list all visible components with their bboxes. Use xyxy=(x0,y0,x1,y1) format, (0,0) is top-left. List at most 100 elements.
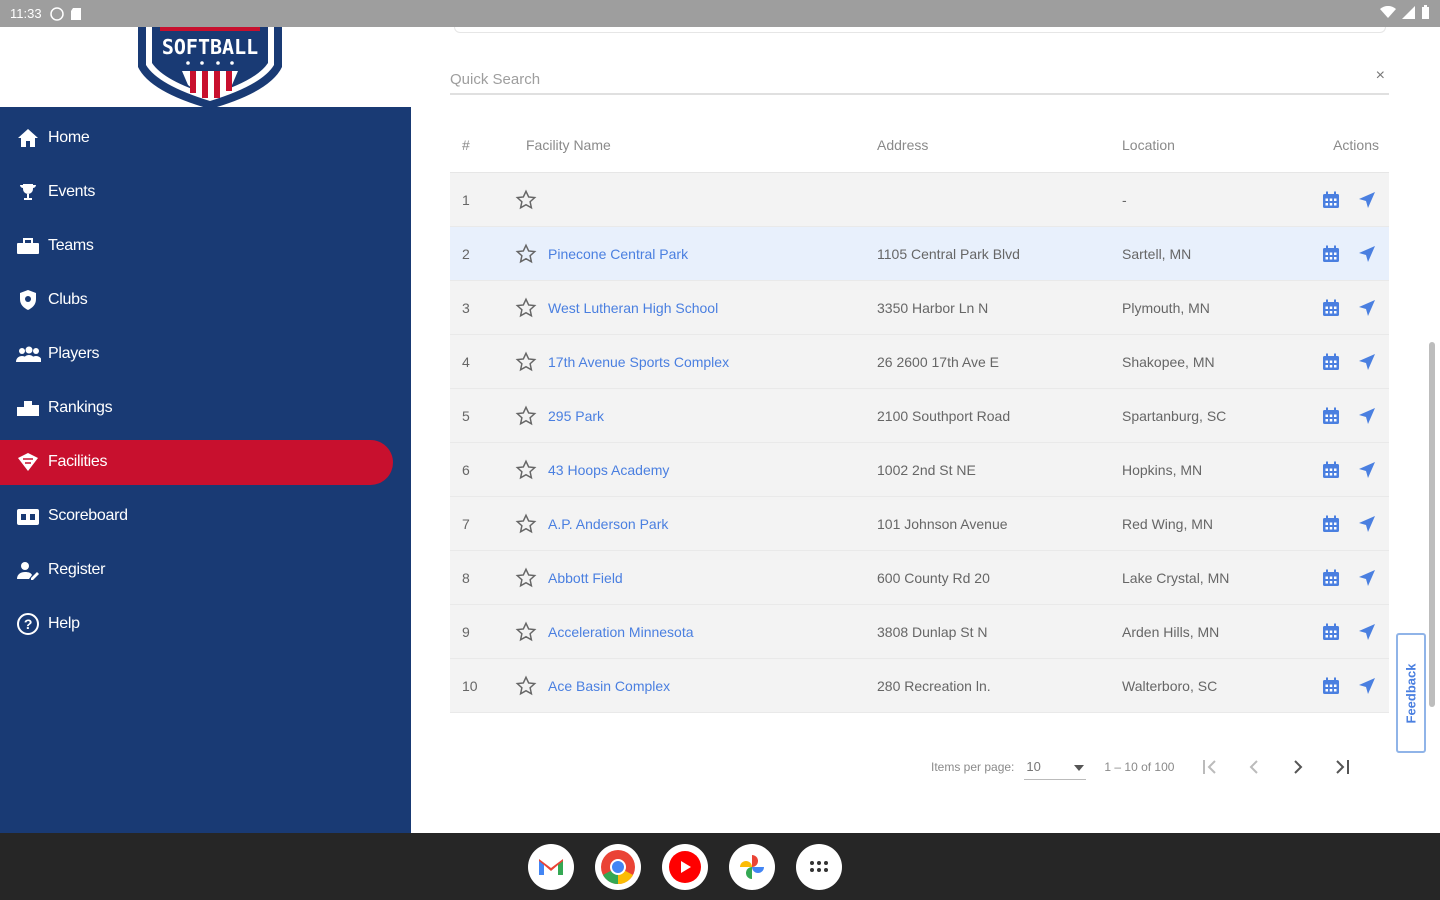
row-facility: Pinecone Central Park xyxy=(510,243,877,265)
scoreboard-icon xyxy=(15,505,41,527)
directions-icon[interactable] xyxy=(1357,406,1377,426)
sidebar: SOFTBALL Home Events Teams Clubs Players… xyxy=(0,27,411,833)
facility-name-link[interactable]: 43 Hoops Academy xyxy=(548,462,669,478)
feedback-button[interactable]: Feedback xyxy=(1396,633,1426,753)
feedback-label: Feedback xyxy=(1403,663,1419,723)
facility-name-link[interactable]: West Lutheran High School xyxy=(548,300,718,316)
gmail-app-icon[interactable] xyxy=(528,844,574,890)
clear-search-icon[interactable]: × xyxy=(1376,67,1385,85)
calendar-icon[interactable] xyxy=(1321,568,1341,588)
table-row[interactable]: 9 Acceleration Minnesota 3808 Dunlap St N A… xyxy=(450,605,1389,659)
header-facility-name[interactable]: Facility Name xyxy=(510,137,877,153)
facility-name-link[interactable]: Acceleration Minnesota xyxy=(548,624,694,640)
table-row[interactable]: 7 A.P. Anderson Park 101 Johnson Avenue Red… xyxy=(450,497,1389,551)
table-row[interactable]: 4 17th Avenue Sports Complex 26 2600 17th … xyxy=(450,335,1389,389)
table-row[interactable]: 1- xyxy=(450,173,1389,227)
items-per-page-value: 10 xyxy=(1026,759,1041,774)
dropdown-arrow-icon xyxy=(1074,759,1085,774)
trophy-icon xyxy=(15,181,41,203)
chrome-app-icon[interactable] xyxy=(595,844,641,890)
facility-name-link[interactable]: 17th Avenue Sports Complex xyxy=(548,354,729,370)
calendar-icon[interactable] xyxy=(1321,244,1341,264)
sidebar-item-events[interactable]: Events xyxy=(0,165,411,219)
sidebar-item-home[interactable]: Home xyxy=(0,111,411,165)
sidebar-item-label: Events xyxy=(48,183,96,200)
calendar-icon[interactable] xyxy=(1321,622,1341,642)
directions-icon[interactable] xyxy=(1357,190,1377,210)
table-row[interactable]: 2 Pinecone Central Park 1105 Central Park … xyxy=(450,227,1389,281)
youtube-app-icon[interactable] xyxy=(662,844,708,890)
directions-icon[interactable] xyxy=(1357,568,1377,588)
header-num[interactable]: # xyxy=(450,137,510,153)
softball-logo[interactable]: SOFTBALL xyxy=(130,27,290,109)
directions-icon[interactable] xyxy=(1357,514,1377,534)
calendar-icon[interactable] xyxy=(1321,676,1341,696)
sidebar-item-label: Teams xyxy=(48,237,94,254)
star-icon[interactable] xyxy=(515,297,537,319)
directions-icon[interactable] xyxy=(1357,676,1377,696)
first-page-button[interactable] xyxy=(1188,749,1232,785)
row-address: 3350 Harbor Ln N xyxy=(877,299,989,316)
row-number: 1 xyxy=(462,191,470,208)
search-input[interactable] xyxy=(450,67,1350,91)
directions-icon[interactable] xyxy=(1357,298,1377,318)
star-icon[interactable] xyxy=(515,675,537,697)
calendar-icon[interactable] xyxy=(1321,406,1341,426)
star-icon[interactable] xyxy=(515,243,537,265)
facility-name-link[interactable]: Pinecone Central Park xyxy=(548,246,688,262)
star-icon[interactable] xyxy=(515,405,537,427)
calendar-icon[interactable] xyxy=(1321,460,1341,480)
row-facility: 295 Park xyxy=(510,405,877,427)
app-launcher-icon[interactable] xyxy=(796,844,842,890)
star-icon[interactable] xyxy=(515,351,537,373)
sidebar-item-register[interactable]: Register xyxy=(0,543,411,597)
sidebar-item-help[interactable]: ? Help xyxy=(0,597,411,651)
calendar-icon[interactable] xyxy=(1321,352,1341,372)
directions-icon[interactable] xyxy=(1357,244,1377,264)
row-actions xyxy=(1312,244,1389,264)
row-facility: Acceleration Minnesota xyxy=(510,621,877,643)
row-number: 5 xyxy=(462,407,470,424)
header-location[interactable]: Location xyxy=(1122,137,1312,153)
items-per-page-select[interactable]: 10 xyxy=(1024,754,1087,780)
sidebar-item-label: Players xyxy=(48,345,100,362)
facility-name-link[interactable]: A.P. Anderson Park xyxy=(548,516,668,532)
header-address[interactable]: Address xyxy=(877,137,1122,153)
row-facility: Ace Basin Complex xyxy=(510,675,877,697)
photos-app-icon[interactable] xyxy=(729,844,775,890)
directions-icon[interactable] xyxy=(1357,622,1377,642)
calendar-icon[interactable] xyxy=(1321,298,1341,318)
calendar-icon[interactable] xyxy=(1321,190,1341,210)
last-page-button[interactable] xyxy=(1320,749,1364,785)
star-icon[interactable] xyxy=(515,513,537,535)
help-icon: ? xyxy=(15,613,41,635)
star-icon[interactable] xyxy=(515,621,537,643)
facility-name-link[interactable]: Ace Basin Complex xyxy=(548,678,670,694)
table-row[interactable]: 6 43 Hoops Academy 1002 2nd St NE Hopkins, … xyxy=(450,443,1389,497)
sidebar-item-teams[interactable]: Teams xyxy=(0,219,411,273)
sidebar-item-rankings[interactable]: Rankings xyxy=(0,381,411,435)
row-number: 3 xyxy=(462,299,470,316)
row-location: Plymouth, MN xyxy=(1122,299,1210,316)
table-row[interactable]: 5 295 Park 2100 Southport Road Spartanburg,… xyxy=(450,389,1389,443)
next-page-button[interactable] xyxy=(1276,749,1320,785)
sidebar-item-facilities[interactable]: Facilities xyxy=(0,435,411,489)
table-row[interactable]: 8 Abbott Field 600 County Rd 20 Lake Crysta… xyxy=(450,551,1389,605)
previous-page-button[interactable] xyxy=(1232,749,1276,785)
star-icon[interactable] xyxy=(515,567,537,589)
calendar-icon[interactable] xyxy=(1321,514,1341,534)
table-row[interactable]: 3 West Lutheran High School 3350 Harbor Ln… xyxy=(450,281,1389,335)
sidebar-item-clubs[interactable]: Clubs xyxy=(0,273,411,327)
table-row[interactable]: 10 Ace Basin Complex 280 Recreation ln. Wal… xyxy=(450,659,1389,713)
facility-name-link[interactable]: Abbott Field xyxy=(548,570,623,586)
facility-name-link[interactable]: 295 Park xyxy=(548,408,604,424)
star-icon[interactable] xyxy=(515,189,537,211)
directions-icon[interactable] xyxy=(1357,460,1377,480)
directions-icon[interactable] xyxy=(1357,352,1377,372)
row-address: 280 Recreation ln. xyxy=(877,677,991,694)
sidebar-item-players[interactable]: Players xyxy=(0,327,411,381)
row-number: 10 xyxy=(462,677,478,694)
sidebar-item-scoreboard[interactable]: Scoreboard xyxy=(0,489,411,543)
scrollbar[interactable] xyxy=(1429,342,1435,707)
star-icon[interactable] xyxy=(515,459,537,481)
